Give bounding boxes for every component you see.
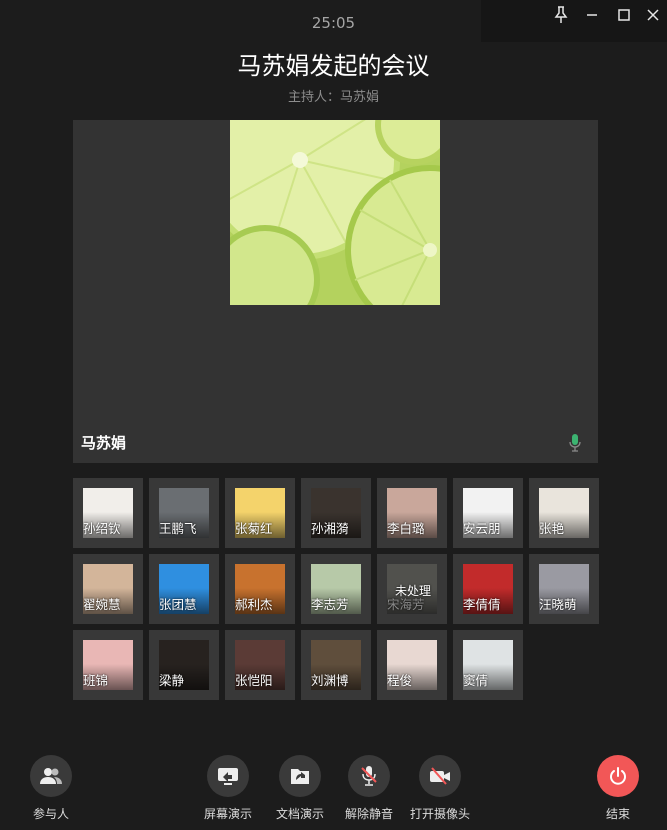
camera-button[interactable]: 打开摄像头 <box>410 755 470 822</box>
unmute-button[interactable]: 解除静音 <box>345 755 393 822</box>
participant-name: 翟婉慧 <box>83 597 121 612</box>
participant-tile[interactable]: 李志芳 <box>301 554 371 624</box>
participant-name: 汪晓萌 <box>539 597 577 612</box>
participant-name: 程俊 <box>387 673 413 688</box>
participant-name: 李白璐 <box>387 521 425 536</box>
participant-name: 安云朋 <box>463 521 501 536</box>
participants-label: 参与人 <box>32 807 69 821</box>
participant-tile[interactable]: 郝利杰 <box>225 554 295 624</box>
power-icon <box>597 755 639 797</box>
participant-tile[interactable]: 李白璐 <box>377 478 447 548</box>
participant-name: 孙绍钦 <box>83 521 121 536</box>
participant-name: 班锦 <box>83 673 109 688</box>
participant-tile[interactable]: 梁静 <box>149 630 219 700</box>
participant-name: 张艳 <box>539 521 565 536</box>
camera-off-icon <box>419 755 461 797</box>
participants-icon <box>30 755 72 797</box>
screen-share-icon <box>207 755 249 797</box>
participant-name: 王鹏飞 <box>159 521 197 536</box>
participant-tile[interactable]: 安云朋 <box>453 478 523 548</box>
participants-button[interactable]: 参与人 <box>30 755 72 822</box>
participant-name: 张团慧 <box>159 597 197 612</box>
screen-share-button[interactable]: 屏幕演示 <box>204 755 252 822</box>
participant-name: 李志芳 <box>311 597 349 612</box>
main-video-panel[interactable]: 马苏娟 <box>73 120 598 463</box>
participant-tile[interactable]: 张团慧 <box>149 554 219 624</box>
participant-tile[interactable]: 汪晓萌 <box>529 554 599 624</box>
participant-name: 孙湘漪 <box>311 521 349 536</box>
speaker-video-feed <box>230 120 440 305</box>
end-meeting-label: 结束 <box>605 807 630 821</box>
participant-name: 梁静 <box>159 673 185 688</box>
microphone-muted-icon <box>348 755 390 797</box>
speaker-name: 马苏娟 <box>81 434 127 452</box>
participant-tile[interactable]: 张菊红 <box>225 478 295 548</box>
unmute-label: 解除静音 <box>345 807 394 821</box>
participant-name: 宋海芳 <box>387 597 425 612</box>
meeting-title: 马苏娟发起的会议 <box>237 52 430 80</box>
participant-name: 张菊红 <box>235 521 273 536</box>
host-label: 主持人：马苏娟 <box>287 90 379 105</box>
document-share-icon <box>279 755 321 797</box>
participant-tile[interactable]: 张艳 <box>529 478 599 548</box>
participant-name: 李倩倩 <box>463 597 501 612</box>
participant-name: 窦倩 <box>463 673 489 688</box>
participant-tile[interactable]: 孙湘漪 <box>301 478 371 548</box>
participant-tile[interactable]: 孙绍钦 <box>73 478 143 548</box>
participant-name: 张恺阳 <box>235 673 273 688</box>
doc-share-label: 文档演示 <box>276 807 325 821</box>
participant-tile[interactable]: 窦倩 <box>453 630 523 700</box>
participant-tile[interactable]: 程俊 <box>377 630 447 700</box>
participant-name: 刘渊博 <box>311 673 349 688</box>
participant-tile[interactable]: 李倩倩 <box>453 554 523 624</box>
camera-label: 打开摄像头 <box>410 807 471 821</box>
doc-share-button[interactable]: 文档演示 <box>276 755 324 822</box>
participant-tile[interactable]: 未处理 宋海芳 <box>377 554 447 624</box>
participant-tile[interactable]: 刘渊博 <box>301 630 371 700</box>
microphone-icon <box>568 433 582 453</box>
participant-tile[interactable]: 王鹏飞 <box>149 478 219 548</box>
participant-name: 郝利杰 <box>235 597 273 612</box>
end-meeting-button[interactable]: 结束 <box>597 755 639 822</box>
participant-tile[interactable]: 张恺阳 <box>225 630 295 700</box>
screen-share-label: 屏幕演示 <box>204 807 253 821</box>
meeting-timer: 25:05 <box>311 14 356 32</box>
participant-tile[interactable]: 翟婉慧 <box>73 554 143 624</box>
participant-tile[interactable]: 班锦 <box>73 630 143 700</box>
